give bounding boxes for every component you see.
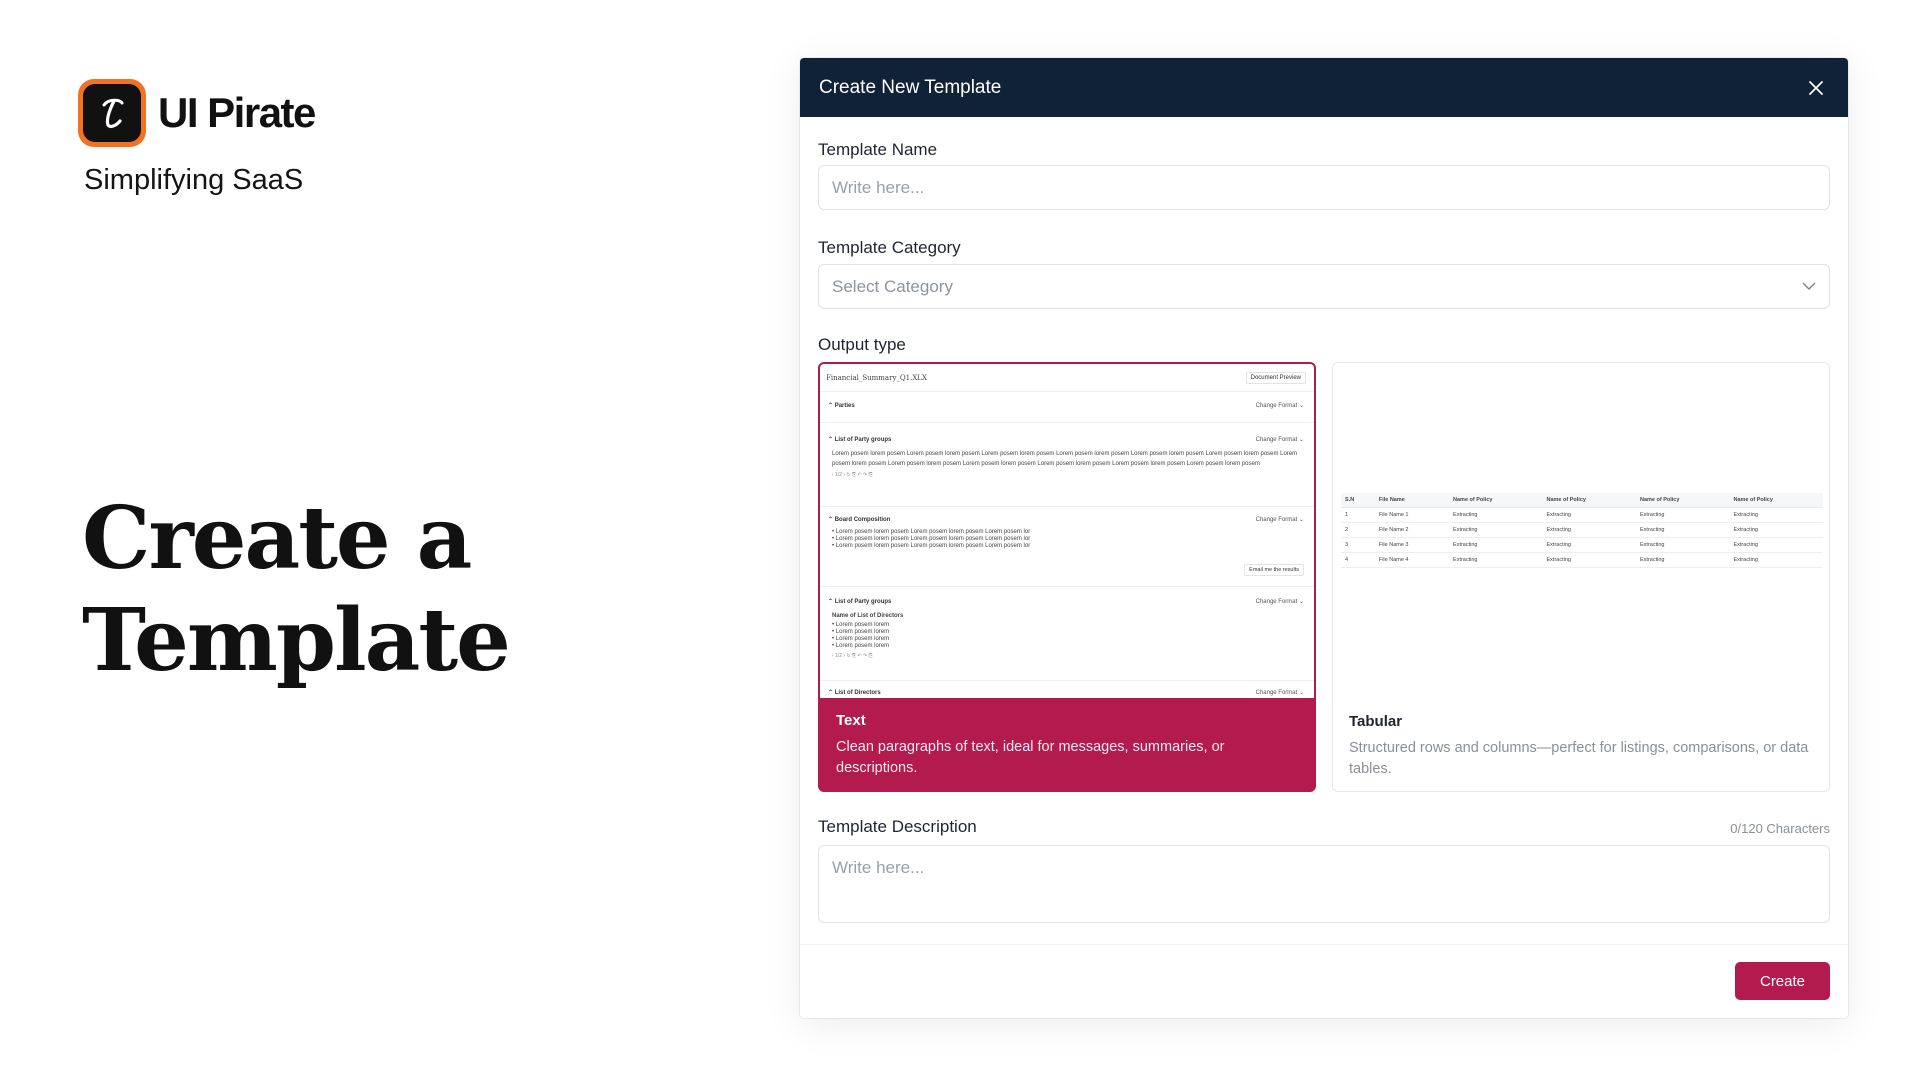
tabular-card-info: Tabular Structured rows and columns—perf… [1333, 699, 1829, 791]
preview-table: S.N File Name Name of Policy Name of Pol… [1341, 493, 1823, 568]
chevron-down-icon [1802, 282, 1816, 290]
preview-section: ⌃ Parties Change Format ⌄ [828, 403, 1304, 409]
hero-heading: Create a Template [82, 488, 511, 692]
modal-title: Create New Template [819, 76, 1002, 98]
create-template-modal: Create New Template Template Name Templa… [800, 58, 1848, 1018]
preview-section: ⌃ List of Party groups Change Format ⌄ Na… [828, 599, 1304, 659]
preview-toolbar: ‹ 1/2 › ↻ ⎘ ↶ ↷ ⎘ [832, 472, 873, 478]
close-icon [1809, 80, 1823, 95]
preview-paragraph: Lorem posem lorem posem Lorem posem lore… [832, 451, 1298, 467]
text-card-title: Text [836, 712, 866, 729]
brand-tagline: Simplifying SaaS [84, 164, 304, 196]
brand-logo [78, 79, 146, 147]
output-type-label: Output type [818, 335, 906, 354]
text-card-info: Text Clean paragraphs of text, ideal for… [820, 698, 1314, 790]
tabular-card-description: Structured rows and columns—perfect for … [1349, 740, 1809, 777]
table-row: 4 File Name 4 Extracting Extracting Extracti… [1341, 552, 1823, 568]
preview-section: ⌃ List of Party groups Change Format ⌄ Lo… [828, 437, 1304, 478]
hero-line-1: Create a [82, 488, 472, 589]
create-button[interactable]: Create [1735, 962, 1830, 1000]
template-category-label: Template Category [818, 238, 961, 257]
template-category-select[interactable]: Select Category [818, 264, 1830, 309]
brand-name: UI Pirate [158, 89, 316, 136]
template-description-label: Template Description [818, 817, 977, 836]
character-count: 0/120 Characters [1730, 821, 1830, 836]
output-type-text-card[interactable]: Financial_Summary_Q1.XLX Document Previe… [818, 362, 1316, 792]
brand: UI Pirate [78, 79, 316, 147]
close-button[interactable] [1804, 76, 1828, 100]
template-name-label: Template Name [818, 140, 938, 159]
logo-glyph-icon [102, 98, 124, 128]
table-row: 3 File Name 3 Extracting Extracting Extracti… [1341, 537, 1823, 553]
template-description-input[interactable] [818, 845, 1830, 923]
template-name-input[interactable] [818, 165, 1830, 210]
document-preview-button: Document Preview [1245, 371, 1306, 384]
output-type-tabular-card[interactable]: S.N File Name Name of Policy Name of Pol… [1332, 362, 1830, 792]
tabular-card-title: Tabular [1349, 713, 1403, 730]
preview-file-name: Financial_Summary_Q1.XLX [826, 373, 927, 382]
tabular-preview: S.N File Name Name of Policy Name of Pol… [1333, 363, 1829, 699]
email-results-button: Email me the results [1244, 564, 1304, 576]
footer-divider [800, 944, 1848, 945]
text-card-description: Clean paragraphs of text, ideal for mess… [836, 739, 1225, 776]
template-category-placeholder: Select Category [832, 276, 953, 296]
text-preview: Financial_Summary_Q1.XLX Document Previe… [820, 364, 1314, 698]
preview-section: ⌃ List of Directors Change Format ⌄ [828, 690, 1304, 696]
table-row: 2 File Name 2 Extracting Extracting Extracti… [1341, 522, 1823, 538]
preview-section: ⌃ Board Composition Change Format ⌄ • Lor… [828, 517, 1304, 549]
hero-line-2: Template [82, 590, 511, 691]
modal-header: Create New Template [800, 58, 1848, 117]
table-row: 1 File Name 1 Extracting Extracting Extracti… [1341, 507, 1823, 523]
